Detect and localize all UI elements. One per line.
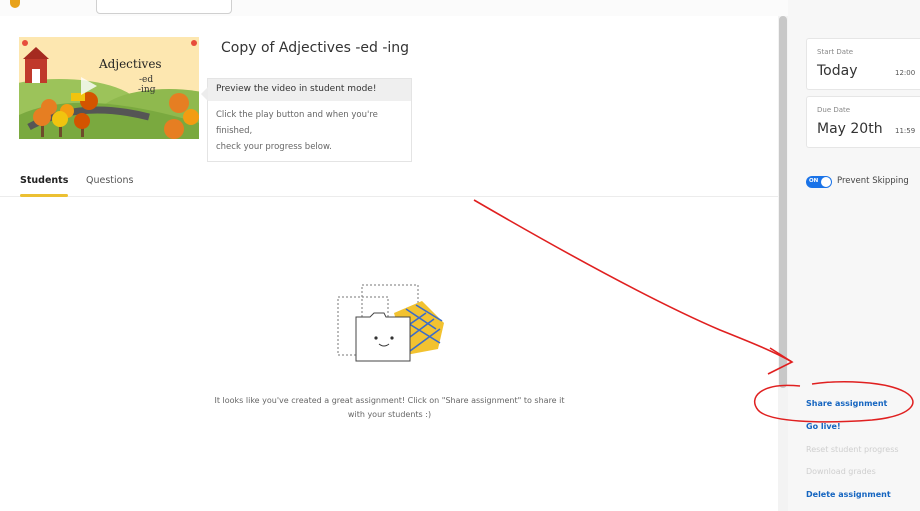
video-thumbnail[interactable]: Adjectives -ed -ing: [19, 37, 199, 139]
search-input[interactable]: [96, 0, 232, 14]
due-time-value: 11:59: [895, 127, 916, 135]
scrollbar-thumb[interactable]: [779, 16, 787, 388]
tab-questions[interactable]: Questions: [86, 175, 133, 186]
prevent-skipping-toggle[interactable]: ON: [806, 176, 832, 188]
main-content: Adjectives -ed -ing Copy of Adjectives -…: [0, 16, 778, 511]
prevent-skipping-label: Prevent Skipping: [837, 176, 909, 186]
thumbnail-subtitle-2: -ing: [138, 85, 156, 95]
download-grades-link: Download grades: [806, 467, 876, 476]
empty-state-line-2: with your students :): [347, 410, 432, 419]
tab-students[interactable]: Students: [20, 175, 68, 186]
tooltip-body-line-2: check your progress below.: [216, 142, 332, 152]
empty-folder-illustration: [336, 283, 448, 371]
due-date-card[interactable]: Due Date May 20th 11:59: [806, 96, 920, 148]
reset-student-progress-link: Reset student progress: [806, 445, 899, 454]
empty-state-message: It looks like you've created a great ass…: [212, 394, 567, 422]
top-bar: [0, 0, 920, 16]
active-tab-indicator: [20, 194, 68, 197]
main-scrollbar[interactable]: [778, 16, 788, 511]
start-time-value: 12:00: [895, 69, 916, 77]
due-date-value: May 20th: [817, 121, 883, 137]
due-date-label: Due Date: [817, 106, 851, 114]
thumbnail-title: Adjectives: [99, 57, 162, 71]
empty-state-line-1: It looks like you've created a great ass…: [214, 396, 565, 405]
start-date-value: Today: [817, 63, 858, 79]
start-date-card[interactable]: Start Date Today 12:00: [806, 38, 920, 90]
assignment-title: Copy of Adjectives -ed -ing: [221, 40, 410, 56]
toggle-knob: [821, 177, 831, 187]
toggle-state-label: ON: [809, 178, 819, 184]
tab-bar: Students Questions: [0, 167, 778, 197]
tooltip-body: Click the play button and when you're fi…: [208, 101, 411, 161]
settings-sidebar: Start Date Today 12:00 Due Date May 20th…: [788, 0, 920, 511]
go-live-link[interactable]: Go live!: [806, 422, 841, 431]
start-date-label: Start Date: [817, 48, 854, 56]
app-logo-icon[interactable]: [10, 0, 20, 8]
tooltip-heading: Preview the video in student mode!: [208, 79, 411, 101]
preview-tooltip: Preview the video in student mode! Click…: [201, 78, 412, 162]
tooltip-body-line-1: Click the play button and when you're fi…: [216, 110, 378, 136]
share-assignment-link[interactable]: Share assignment: [806, 399, 887, 408]
delete-assignment-link[interactable]: Delete assignment: [806, 490, 891, 499]
thumbnail-subtitle-1: -ed: [139, 75, 154, 85]
